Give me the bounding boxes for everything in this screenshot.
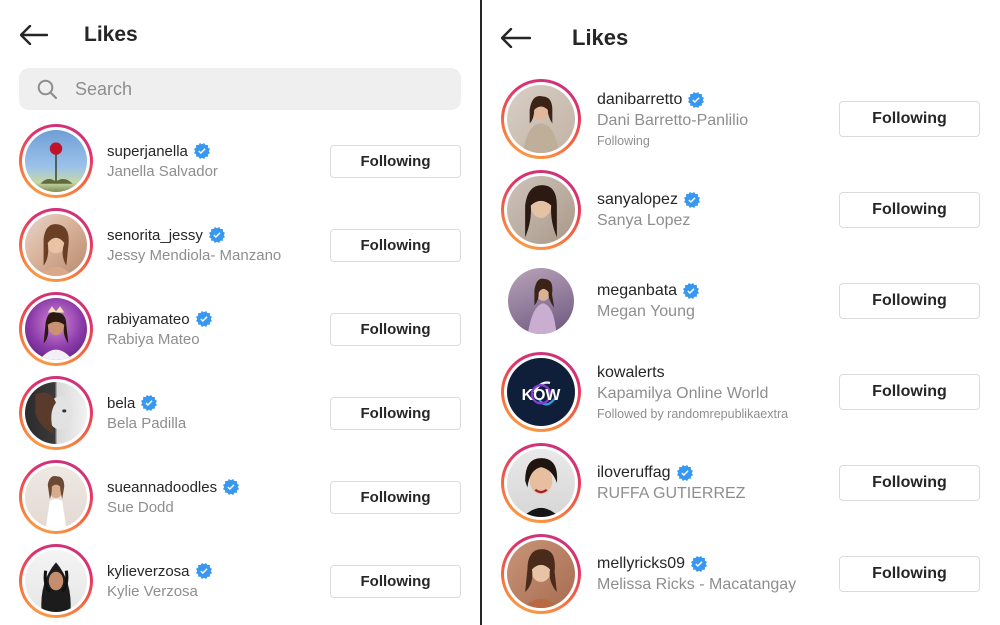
following-button[interactable]: Following [330, 229, 461, 262]
likes-panel-right: Likes danibarretto Dani Barretto-Panlili… [482, 0, 1000, 625]
story-ring [19, 460, 93, 534]
story-ring [501, 534, 581, 614]
full-name: Jessy Mendiola- Manzano [107, 246, 282, 264]
verified-badge-icon [194, 143, 210, 159]
full-name: Rabiya Mateo [107, 330, 200, 348]
following-button[interactable]: Following [839, 556, 980, 592]
avatar[interactable] [25, 214, 87, 276]
user-row[interactable]: sueannadoodles Sue Dodd [19, 460, 239, 534]
username[interactable]: superjanella [107, 143, 188, 160]
likes-panel-left: Likes superjanella Janella Salvador Foll… [0, 0, 480, 625]
following-button[interactable]: Following [330, 481, 461, 514]
kow-logo: KOW [522, 381, 561, 406]
username[interactable]: bela [107, 395, 135, 412]
verified-badge-icon [141, 395, 157, 411]
avatar[interactable]: KOW [507, 358, 575, 426]
full-name: RUFFA GUTIERREZ [597, 484, 746, 502]
username[interactable]: sanyalopez [597, 191, 678, 209]
verified-badge-icon [196, 311, 212, 327]
verified-badge-icon [209, 227, 225, 243]
avatar[interactable] [25, 298, 87, 360]
full-name: Melissa Ricks - Macatangay [597, 575, 797, 593]
user-row[interactable]: bela Bela Padilla [19, 376, 186, 450]
username[interactable]: sueannadoodles [107, 479, 217, 496]
arrow-left-icon [20, 25, 48, 45]
following-button[interactable]: Following [839, 101, 980, 137]
full-name: Kylie Verzosa [107, 582, 198, 600]
story-ring [19, 292, 93, 366]
verified-badge-icon [196, 563, 212, 579]
full-name: Janella Salvador [107, 162, 218, 180]
search-icon [37, 78, 59, 100]
user-row[interactable]: mellyricks09 Melissa Ricks - Macatangay [501, 534, 796, 614]
user-row[interactable]: danibarretto Dani Barretto-Panlilio Foll… [501, 79, 748, 159]
verified-badge-icon [684, 192, 700, 208]
full-name: Kapamilya Online World [597, 384, 769, 402]
full-name: Sanya Lopez [597, 211, 691, 229]
following-button[interactable]: Following [839, 192, 980, 228]
search-bar[interactable] [19, 68, 461, 110]
avatar[interactable] [25, 382, 87, 444]
verified-badge-icon [223, 479, 239, 495]
story-ring [501, 443, 581, 523]
following-button[interactable]: Following [330, 565, 461, 598]
page-title: Likes [84, 23, 138, 46]
story-ring [19, 544, 93, 618]
avatar[interactable] [507, 540, 575, 608]
page-title: Likes [572, 25, 629, 50]
following-button[interactable]: Following [330, 397, 461, 430]
full-name: Megan Young [597, 302, 695, 320]
verified-badge-icon [688, 92, 704, 108]
username[interactable]: kylieverzosa [107, 563, 190, 580]
svg-text:KOW: KOW [522, 387, 561, 404]
user-row[interactable]: KOW kowalerts Kapamilya Online World Fol… [501, 352, 788, 432]
full-name: Dani Barretto-Panlilio [597, 111, 749, 129]
verified-badge-icon [683, 283, 699, 299]
following-button[interactable]: Following [839, 374, 980, 410]
avatar[interactable] [25, 550, 87, 612]
following-button[interactable]: Following [839, 465, 980, 501]
story-ring [501, 170, 581, 250]
avatar[interactable] [507, 85, 575, 153]
avatar[interactable] [507, 449, 575, 517]
avatar-frame [501, 261, 581, 341]
user-row[interactable]: sanyalopez Sanya Lopez [501, 170, 700, 250]
full-name: Bela Padilla [107, 414, 187, 432]
user-row[interactable]: iloveruffag RUFFA GUTIERREZ [501, 443, 745, 523]
user-row[interactable]: rabiyamateo Rabiya Mateo [19, 292, 212, 366]
avatar[interactable] [508, 268, 574, 334]
user-row[interactable]: meganbata Megan Young [501, 261, 699, 341]
follow-status: Following [597, 133, 650, 148]
avatar[interactable] [507, 176, 575, 244]
following-button[interactable]: Following [330, 313, 461, 346]
full-name: Sue Dodd [107, 498, 174, 516]
username[interactable]: senorita_jessy [107, 227, 203, 244]
back-button[interactable] [498, 23, 534, 53]
user-row[interactable]: senorita_jessy Jessy Mendiola- Manzano [19, 208, 281, 282]
followed-by: Followed by randomrepublikaextra [597, 406, 789, 421]
username[interactable]: danibarretto [597, 91, 682, 109]
verified-badge-icon [691, 556, 707, 572]
avatar[interactable] [25, 466, 87, 528]
story-ring [501, 79, 581, 159]
verified-badge-icon [677, 465, 693, 481]
story-ring [19, 208, 93, 282]
username[interactable]: meganbata [597, 282, 677, 300]
user-row[interactable]: kylieverzosa Kylie Verzosa [19, 544, 212, 618]
back-button[interactable] [16, 20, 52, 50]
username[interactable]: mellyricks09 [597, 555, 685, 573]
following-button[interactable]: Following [330, 145, 461, 178]
story-ring [19, 376, 93, 450]
arrow-left-icon [501, 28, 531, 48]
user-row[interactable]: superjanella Janella Salvador [19, 124, 218, 198]
story-ring [19, 124, 93, 198]
search-input[interactable] [75, 78, 415, 100]
username[interactable]: rabiyamateo [107, 311, 190, 328]
username[interactable]: iloveruffag [597, 464, 671, 482]
username[interactable]: kowalerts [597, 364, 665, 382]
story-ring: KOW [501, 352, 581, 432]
avatar[interactable] [25, 130, 87, 192]
following-button[interactable]: Following [839, 283, 980, 319]
